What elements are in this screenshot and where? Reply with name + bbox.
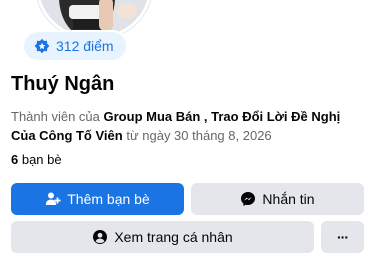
view-profile-label: Xem trang cá nhân bbox=[114, 229, 233, 245]
more-icon: ··· bbox=[337, 229, 349, 245]
member-date: từ ngày 30 tháng 8, 2026 bbox=[122, 128, 272, 143]
messenger-icon bbox=[240, 191, 256, 207]
points-badge[interactable]: 312 điểm bbox=[22, 30, 128, 62]
star-badge-icon bbox=[34, 38, 50, 54]
member-info: Thành viên của Group Mua Bán , Trao Đổi … bbox=[11, 107, 367, 145]
add-friend-icon bbox=[45, 191, 61, 207]
member-prefix: Thành viên của bbox=[11, 109, 104, 124]
friends-count: 6 bạn bè bbox=[11, 152, 62, 167]
message-label: Nhắn tin bbox=[262, 191, 315, 207]
profile-name[interactable]: Thuý Ngân bbox=[11, 73, 114, 96]
view-profile-button[interactable]: Xem trang cá nhân bbox=[11, 221, 314, 253]
add-friend-label: Thêm bạn bè bbox=[67, 191, 150, 207]
add-friend-button[interactable]: Thêm bạn bè bbox=[11, 183, 184, 215]
message-button[interactable]: Nhắn tin bbox=[191, 183, 364, 215]
points-text: 312 điểm bbox=[56, 38, 114, 54]
friends-count-label: bạn bè bbox=[18, 152, 62, 167]
profile-icon bbox=[92, 229, 108, 245]
more-options-button[interactable]: ··· bbox=[321, 221, 364, 253]
